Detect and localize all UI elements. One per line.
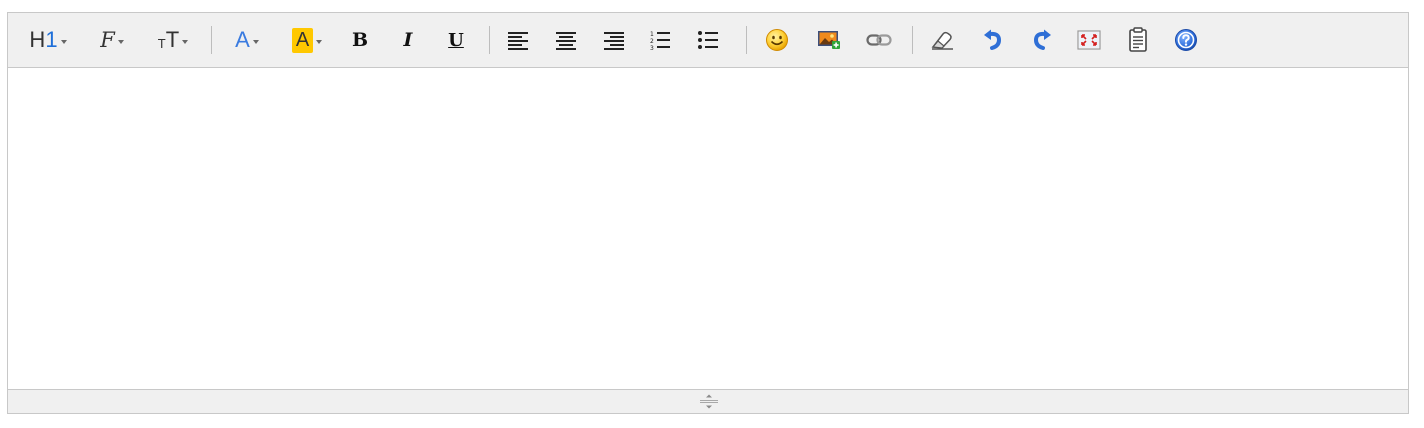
italic-label: I: [403, 29, 413, 51]
font-size-dropdown-button[interactable]: TT: [149, 25, 197, 55]
chevron-down-icon: [252, 40, 259, 44]
undo-icon: [984, 29, 1002, 50]
toolbar-separator: [912, 26, 913, 54]
resize-handle[interactable]: [694, 393, 724, 410]
align-center-icon: [556, 32, 576, 50]
chevron-down-icon: [60, 40, 67, 44]
insert-image-button[interactable]: [813, 25, 845, 55]
highlight-color-dropdown-button[interactable]: A: [283, 25, 331, 55]
heading-level-label: 1: [45, 27, 58, 52]
redo-icon: [1033, 29, 1051, 50]
unordered-list-icon: [698, 31, 718, 49]
help-button[interactable]: [1170, 25, 1202, 55]
redo-button[interactable]: [1026, 25, 1058, 55]
toolbar-separator: [746, 26, 747, 54]
insert-link-button[interactable]: [863, 25, 895, 55]
underline-label: U: [448, 29, 464, 51]
unordered-list-button[interactable]: [693, 25, 723, 55]
bold-label: B: [351, 29, 369, 51]
ordered-list-icon: 1 2 3: [650, 31, 670, 51]
undo-button[interactable]: [977, 25, 1009, 55]
underline-button[interactable]: U: [442, 25, 470, 55]
editor-content-area[interactable]: [8, 68, 1408, 391]
heading-dropdown-button[interactable]: H1: [26, 25, 70, 55]
toolbar-separator: [489, 26, 490, 54]
editor-toolbar: H1 F TT A A B I U 1 2 3: [8, 13, 1408, 68]
image-icon: [818, 31, 840, 49]
align-right-button[interactable]: [599, 25, 629, 55]
italic-button[interactable]: I: [394, 25, 422, 55]
text-color-label: A: [235, 27, 250, 52]
help-icon: [1175, 29, 1197, 51]
svg-text:3: 3: [650, 45, 654, 51]
fullscreen-button[interactable]: [1072, 25, 1106, 55]
svg-text:2: 2: [650, 38, 654, 45]
toolbar-separator: [211, 26, 212, 54]
font-size-small-label: T: [157, 35, 166, 51]
highlight-color-label: A: [291, 27, 314, 53]
bold-button[interactable]: B: [346, 25, 374, 55]
ordered-list-button[interactable]: 1 2 3: [645, 25, 675, 55]
font-size-large-label: T: [165, 27, 180, 52]
paste-text-button[interactable]: [1122, 25, 1154, 55]
align-left-icon: [508, 32, 528, 50]
smiley-icon: [766, 29, 788, 51]
text-color-dropdown-button[interactable]: A: [227, 25, 267, 55]
emoji-button[interactable]: [761, 25, 793, 55]
chevron-down-icon: [182, 40, 189, 44]
clipboard-icon: [1129, 27, 1147, 52]
align-right-icon: [604, 32, 624, 50]
clear-formatting-button[interactable]: [926, 25, 958, 55]
chevron-down-icon: [117, 40, 124, 44]
font-family-label: F: [100, 28, 115, 52]
editor-statusbar: [8, 389, 1408, 413]
svg-text:1: 1: [650, 31, 654, 38]
align-left-button[interactable]: [503, 25, 533, 55]
link-icon: [866, 34, 892, 46]
font-family-dropdown-button[interactable]: F: [92, 25, 132, 55]
resize-grip-icon: [700, 394, 718, 409]
heading-label: H: [29, 27, 46, 52]
fullscreen-icon: [1077, 30, 1101, 50]
eraser-icon: [931, 31, 953, 50]
align-center-button[interactable]: [551, 25, 581, 55]
chevron-down-icon: [316, 40, 323, 44]
rich-text-editor: H1 F TT A A B I U 1 2 3: [7, 12, 1409, 414]
